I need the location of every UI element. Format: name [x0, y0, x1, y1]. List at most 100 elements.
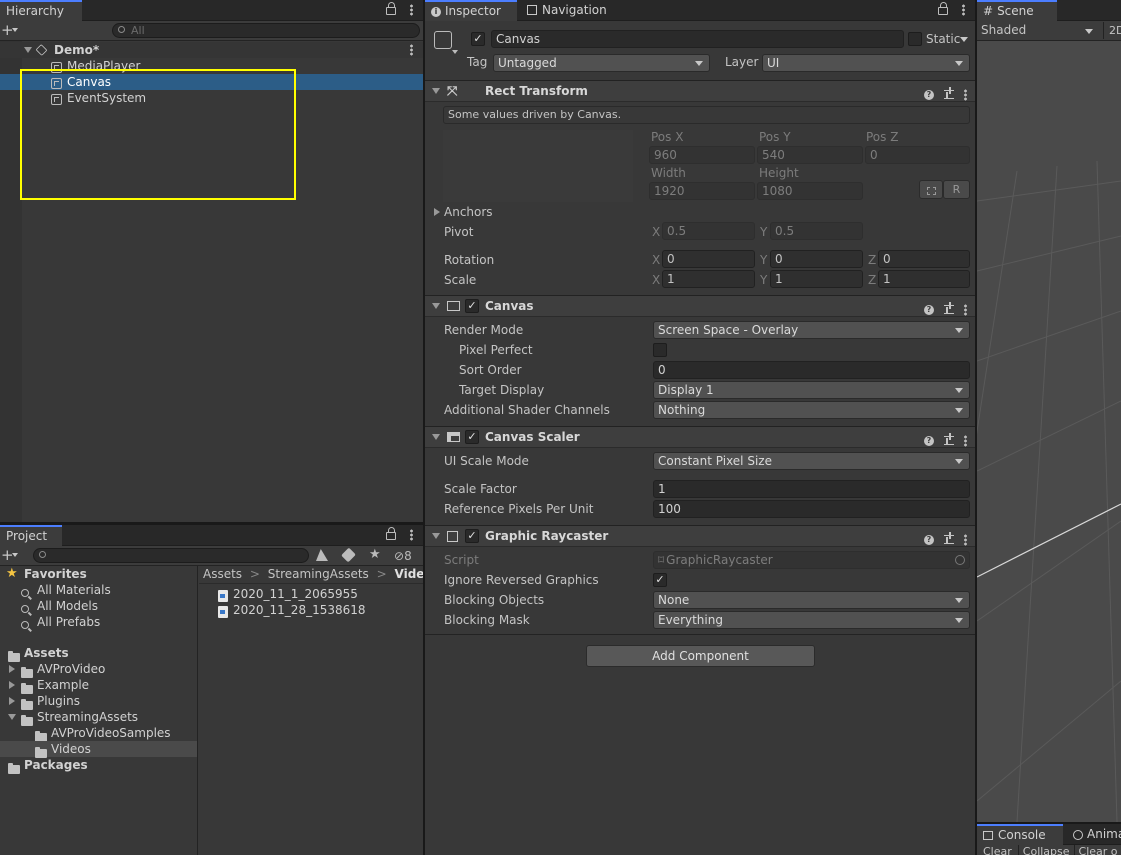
- static-dropdown-icon[interactable]: [960, 37, 968, 42]
- canvas-enabled-checkbox[interactable]: ✓: [465, 299, 479, 313]
- static-label[interactable]: Static: [926, 30, 960, 48]
- folder-item[interactable]: AVProVideo: [0, 661, 197, 678]
- help-icon[interactable]: ?: [924, 534, 934, 545]
- foldout-arrow-icon[interactable]: [432, 434, 440, 440]
- sort-order-field[interactable]: 0: [653, 361, 970, 379]
- posy-field[interactable]: 540: [757, 146, 863, 164]
- hierarchy-search-input[interactable]: All: [112, 23, 420, 38]
- tab-scene[interactable]: # Scene: [977, 0, 1057, 21]
- posx-field[interactable]: 960: [649, 146, 755, 164]
- scene-menu-icon[interactable]: [410, 44, 413, 56]
- favorites-row[interactable]: ★ Favorites: [0, 566, 197, 582]
- tag-dropdown[interactable]: Untagged: [493, 54, 710, 72]
- scale-y-field[interactable]: 1: [770, 270, 863, 288]
- rotation-x-field[interactable]: 0: [662, 250, 755, 268]
- component-menu-icon[interactable]: [964, 434, 967, 447]
- width-field[interactable]: 1920: [649, 182, 755, 200]
- ignore-reversed-checkbox[interactable]: ✓: [653, 573, 667, 587]
- collapse-arrow-icon[interactable]: [8, 714, 16, 720]
- active-checkbox[interactable]: ✓: [471, 32, 485, 46]
- raw-edit-button[interactable]: R: [943, 180, 970, 199]
- scale-z-field[interactable]: 1: [878, 270, 970, 288]
- favorite-item[interactable]: All Models: [0, 598, 197, 614]
- folder-item[interactable]: AVProVideoSamples: [0, 725, 197, 742]
- anchors-foldout-icon[interactable]: [434, 208, 440, 216]
- component-menu-icon[interactable]: [964, 88, 967, 101]
- folder-item[interactable]: Example: [0, 677, 197, 694]
- blocking-objects-dropdown[interactable]: None: [653, 591, 970, 609]
- folder-item[interactable]: StreamingAssets: [0, 709, 197, 726]
- tab-inspector[interactable]: i Inspector: [425, 0, 517, 21]
- gameobject-large-icon[interactable]: [434, 31, 452, 49]
- help-icon[interactable]: ?: [924, 89, 934, 100]
- expand-arrow-icon[interactable]: [9, 697, 15, 705]
- canvas-scaler-header[interactable]: ✓ Canvas Scaler ?: [425, 426, 975, 448]
- file-item[interactable]: 2020_11_1_2065955: [199, 586, 423, 602]
- chevron-down-icon[interactable]: [12, 28, 18, 32]
- lock-icon[interactable]: [386, 527, 397, 540]
- foldout-arrow-icon[interactable]: [432, 88, 440, 94]
- breadcrumb-item[interactable]: Assets: [203, 567, 242, 581]
- scene-row[interactable]: Demo*: [0, 42, 423, 58]
- rotation-z-field[interactable]: 0: [878, 250, 970, 268]
- folder-item[interactable]: Plugins: [0, 693, 197, 710]
- tab-animation[interactable]: Anima: [1067, 824, 1121, 845]
- posz-field[interactable]: 0: [865, 146, 970, 164]
- tab-console[interactable]: Console: [977, 824, 1063, 845]
- presets-icon[interactable]: [944, 532, 954, 544]
- folder-item-selected[interactable]: Videos: [0, 741, 197, 758]
- hidden-packages-icon[interactable]: ⊘8: [394, 547, 412, 565]
- file-item[interactable]: 2020_11_28_1538618: [199, 602, 423, 618]
- object-picker-icon[interactable]: [955, 555, 965, 565]
- tab-project[interactable]: Project: [0, 525, 62, 546]
- pivot-y-field[interactable]: 0.5: [770, 222, 863, 240]
- anchor-presets-button[interactable]: [443, 130, 633, 202]
- ui-scale-mode-dropdown[interactable]: Constant Pixel Size: [653, 452, 970, 470]
- anchors-label[interactable]: Anchors: [444, 203, 493, 221]
- component-menu-icon[interactable]: [964, 303, 967, 316]
- blocking-mask-dropdown[interactable]: Everything: [653, 611, 970, 629]
- lock-icon[interactable]: [386, 2, 397, 15]
- more-menu-icon[interactable]: [410, 3, 413, 16]
- scene-viewport[interactable]: [977, 41, 1121, 822]
- layer-dropdown[interactable]: UI: [762, 54, 970, 72]
- rect-transform-header[interactable]: ⤧ Rect Transform ?: [425, 80, 975, 102]
- tab-navigation[interactable]: Navigation: [521, 0, 621, 21]
- static-checkbox[interactable]: [908, 32, 922, 46]
- expand-arrow-icon[interactable]: [9, 665, 15, 673]
- filter-type-icon[interactable]: [316, 549, 328, 561]
- mode-2d-button[interactable]: 2D: [1103, 22, 1121, 39]
- chevron-down-icon[interactable]: [452, 50, 458, 54]
- graphic-raycaster-header[interactable]: ✓ Graphic Raycaster ?: [425, 525, 975, 547]
- tab-hierarchy[interactable]: Hierarchy: [0, 0, 82, 21]
- project-search-input[interactable]: [33, 548, 309, 563]
- pivot-x-field[interactable]: 0.5: [662, 222, 755, 240]
- canvas-scaler-enabled-checkbox[interactable]: ✓: [465, 430, 479, 444]
- breadcrumb-item[interactable]: StreamingAssets: [268, 567, 369, 581]
- blueprint-mode-button[interactable]: [919, 180, 943, 199]
- foldout-arrow-icon[interactable]: [432, 303, 440, 309]
- presets-icon[interactable]: [944, 302, 954, 314]
- expand-arrow-icon[interactable]: [24, 47, 32, 53]
- presets-icon[interactable]: [944, 87, 954, 99]
- more-menu-icon[interactable]: [410, 528, 413, 541]
- canvas-header[interactable]: ✓ Canvas ?: [425, 295, 975, 317]
- expand-arrow-icon[interactable]: [9, 681, 15, 689]
- presets-icon[interactable]: [944, 433, 954, 445]
- target-display-dropdown[interactable]: Display 1: [653, 381, 970, 399]
- chevron-down-icon[interactable]: [1085, 29, 1093, 34]
- lock-icon[interactable]: [938, 2, 949, 15]
- breadcrumb-item-current[interactable]: Videos: [395, 567, 423, 581]
- object-name-field[interactable]: Canvas: [491, 30, 904, 48]
- favorite-item[interactable]: All Materials: [0, 582, 197, 598]
- pixel-perfect-checkbox[interactable]: [653, 343, 667, 357]
- clear-button[interactable]: Clear: [977, 845, 1019, 855]
- render-mode-dropdown[interactable]: Screen Space - Overlay: [653, 321, 970, 339]
- favorite-item[interactable]: All Prefabs: [0, 614, 197, 630]
- scale-factor-field[interactable]: 1: [653, 480, 970, 498]
- packages-row[interactable]: Packages: [0, 757, 197, 774]
- clear-on-play-button[interactable]: Clear o: [1075, 845, 1121, 855]
- shader-channels-dropdown[interactable]: Nothing: [653, 401, 970, 419]
- tag-icon[interactable]: [341, 547, 356, 563]
- scale-x-field[interactable]: 1: [662, 270, 755, 288]
